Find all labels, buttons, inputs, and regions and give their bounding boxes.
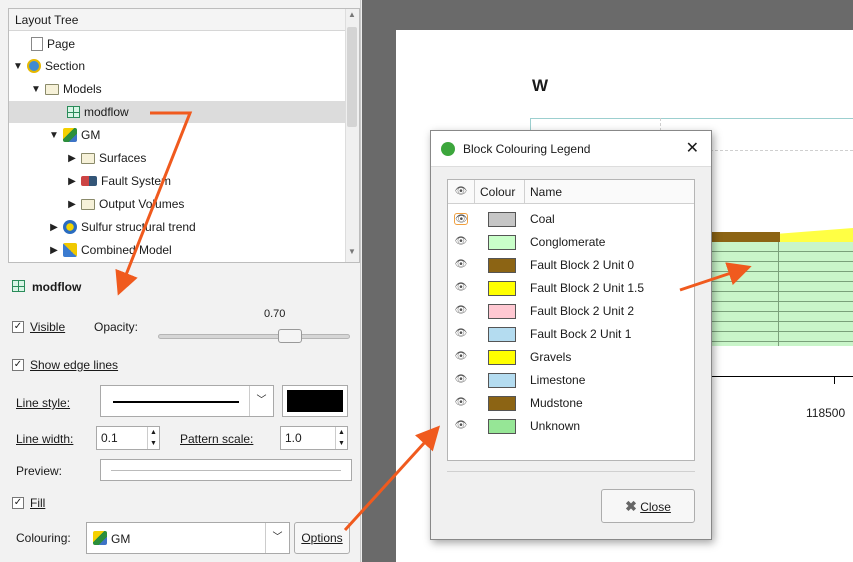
arrow-legend-to-model: [679, 262, 752, 292]
annotation-arrows: [115, 111, 752, 532]
arrow-options-to-legend: [343, 425, 441, 532]
arrow-modflow-to-props: [115, 111, 193, 296]
